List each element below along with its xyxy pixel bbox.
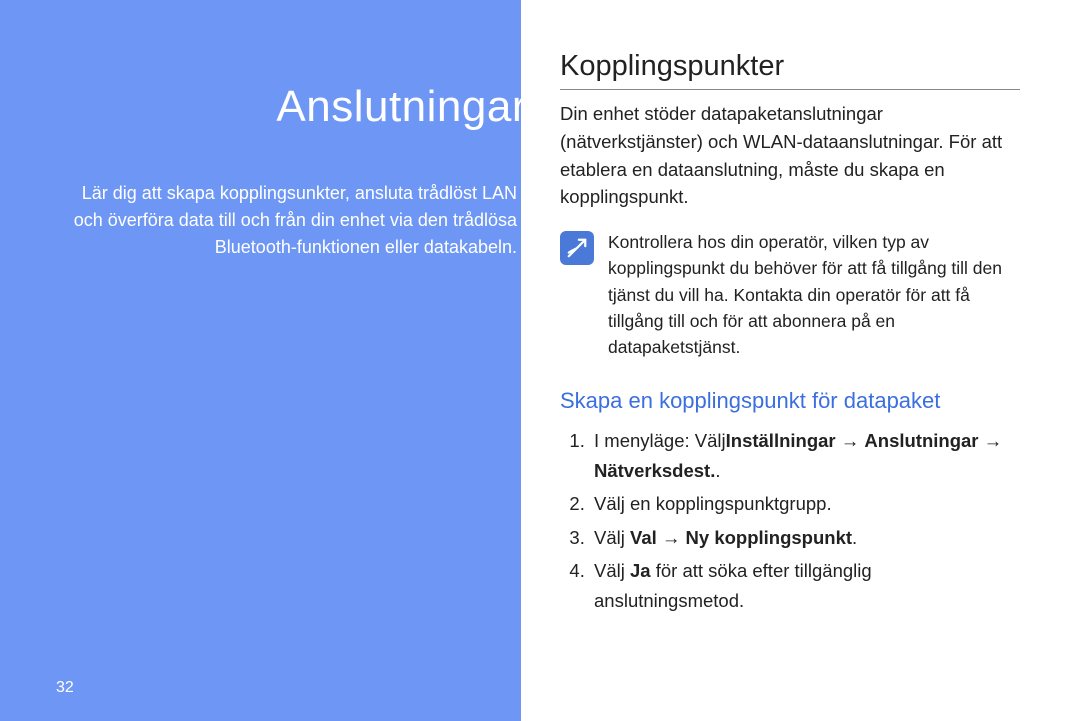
step-1: I menyläge: VäljInställningar → Anslutni… bbox=[590, 426, 1020, 485]
step-2: Välj en kopplingspunktgrupp. bbox=[590, 489, 1020, 519]
intro-text: Din enhet stöder datapaketanslutningar (… bbox=[560, 100, 1020, 211]
page-number: 32 bbox=[56, 679, 74, 697]
note-text: Kontrollera hos din operatör, vilken typ… bbox=[608, 229, 1020, 360]
chapter-description: Lär dig att skapa kopplingsunkter, anslu… bbox=[56, 180, 517, 261]
steps-list: I menyläge: VäljInställningar → Anslutni… bbox=[590, 426, 1020, 616]
left-panel: Anslutningar Lär dig att skapa kopplings… bbox=[0, 0, 521, 721]
step-4: Välj Ja för att söka efter tillgänglig a… bbox=[590, 556, 1020, 615]
sub-heading: Skapa en kopplingspunkt för datapaket bbox=[560, 386, 1020, 416]
step-3: Välj Val → Ny kopplingspunkt. bbox=[590, 523, 1020, 553]
note-block: Kontrollera hos din operatör, vilken typ… bbox=[560, 229, 1020, 360]
chapter-title: Anslutningar bbox=[276, 82, 527, 132]
note-icon bbox=[560, 231, 594, 265]
content-panel: Kopplingspunkter Din enhet stöder datapa… bbox=[560, 50, 1020, 620]
section-title: Kopplingspunkter bbox=[560, 50, 1020, 90]
